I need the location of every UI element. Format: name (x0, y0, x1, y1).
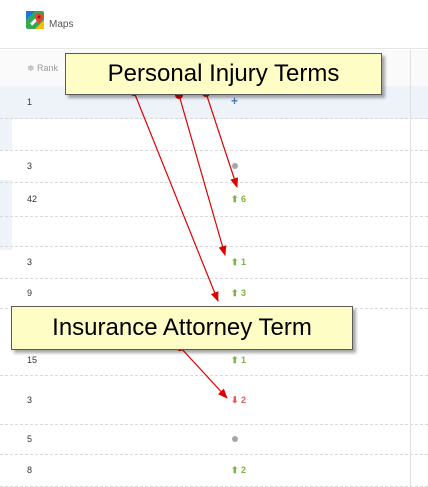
table-row[interactable] (0, 216, 428, 247)
rank-change: ⬆ 6 (231, 194, 247, 204)
scroll-track[interactable] (410, 50, 428, 486)
table-row[interactable]: 5 (0, 424, 428, 455)
no-change-dot-icon (232, 436, 238, 442)
rank-change: ⬆ 1 (231, 257, 247, 267)
rank-value: 5 (27, 434, 33, 444)
no-change-dot-icon (232, 163, 238, 169)
rank-value: 3 (27, 395, 33, 405)
table-row[interactable]: 42 ⬆ 6 (0, 182, 428, 217)
rank-change: ⬇ 2 (231, 395, 247, 405)
google-maps-icon[interactable] (26, 11, 44, 33)
personal-injury-callout: Personal Injury Terms (65, 53, 382, 95)
rank-change: ⬆ 1 (231, 355, 247, 365)
rank-value: 9 (27, 288, 33, 298)
table-row[interactable]: 8 ⬆ 2 (0, 454, 428, 487)
rank-value: 42 (27, 194, 38, 204)
rank-value: 3 (27, 257, 33, 267)
app-header: Maps (0, 0, 428, 49)
insurance-attorney-callout: Insurance Attorney Term (11, 306, 353, 350)
table-row[interactable]: 3 ⬆ 1 (0, 246, 428, 279)
rank-value: 3 (27, 161, 33, 171)
rank-change: ⬆ 2 (231, 465, 247, 475)
rank-value: 1 (27, 97, 33, 107)
table-row[interactable] (0, 118, 428, 151)
table-row[interactable]: 3 ⬇ 2 (0, 375, 428, 425)
rank-change: ⬆ 3 (231, 288, 247, 298)
table-row[interactable]: 3 (0, 150, 428, 183)
rank-column-header[interactable]: ≑ Rank (27, 63, 58, 74)
table-row[interactable]: 9 ⬆ 3 (0, 278, 428, 309)
new-entry-plus-icon: + (231, 94, 239, 108)
app-label[interactable]: Maps (49, 19, 73, 30)
rank-value: 8 (27, 465, 33, 475)
rank-value: 15 (27, 355, 38, 365)
